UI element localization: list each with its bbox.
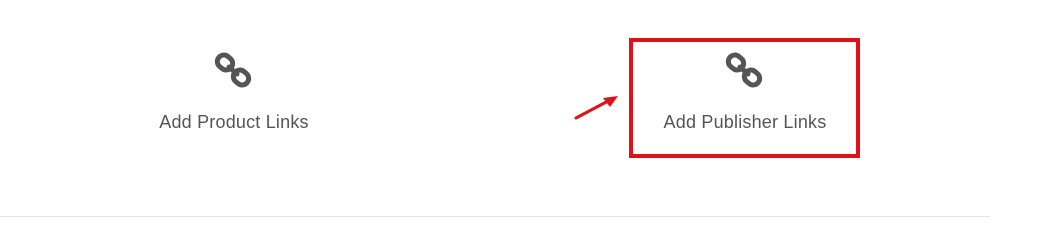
add-product-links-button[interactable]: Add Product Links bbox=[134, 50, 334, 133]
chain-link-icon bbox=[214, 52, 252, 88]
annotation-highlight-box bbox=[629, 38, 860, 158]
add-product-links-label: Add Product Links bbox=[159, 112, 309, 132]
link-options-panel: Add Product Links Add Publisher Links bbox=[0, 0, 1040, 243]
annotation-arrow-icon bbox=[574, 96, 618, 120]
section-divider bbox=[0, 216, 990, 217]
